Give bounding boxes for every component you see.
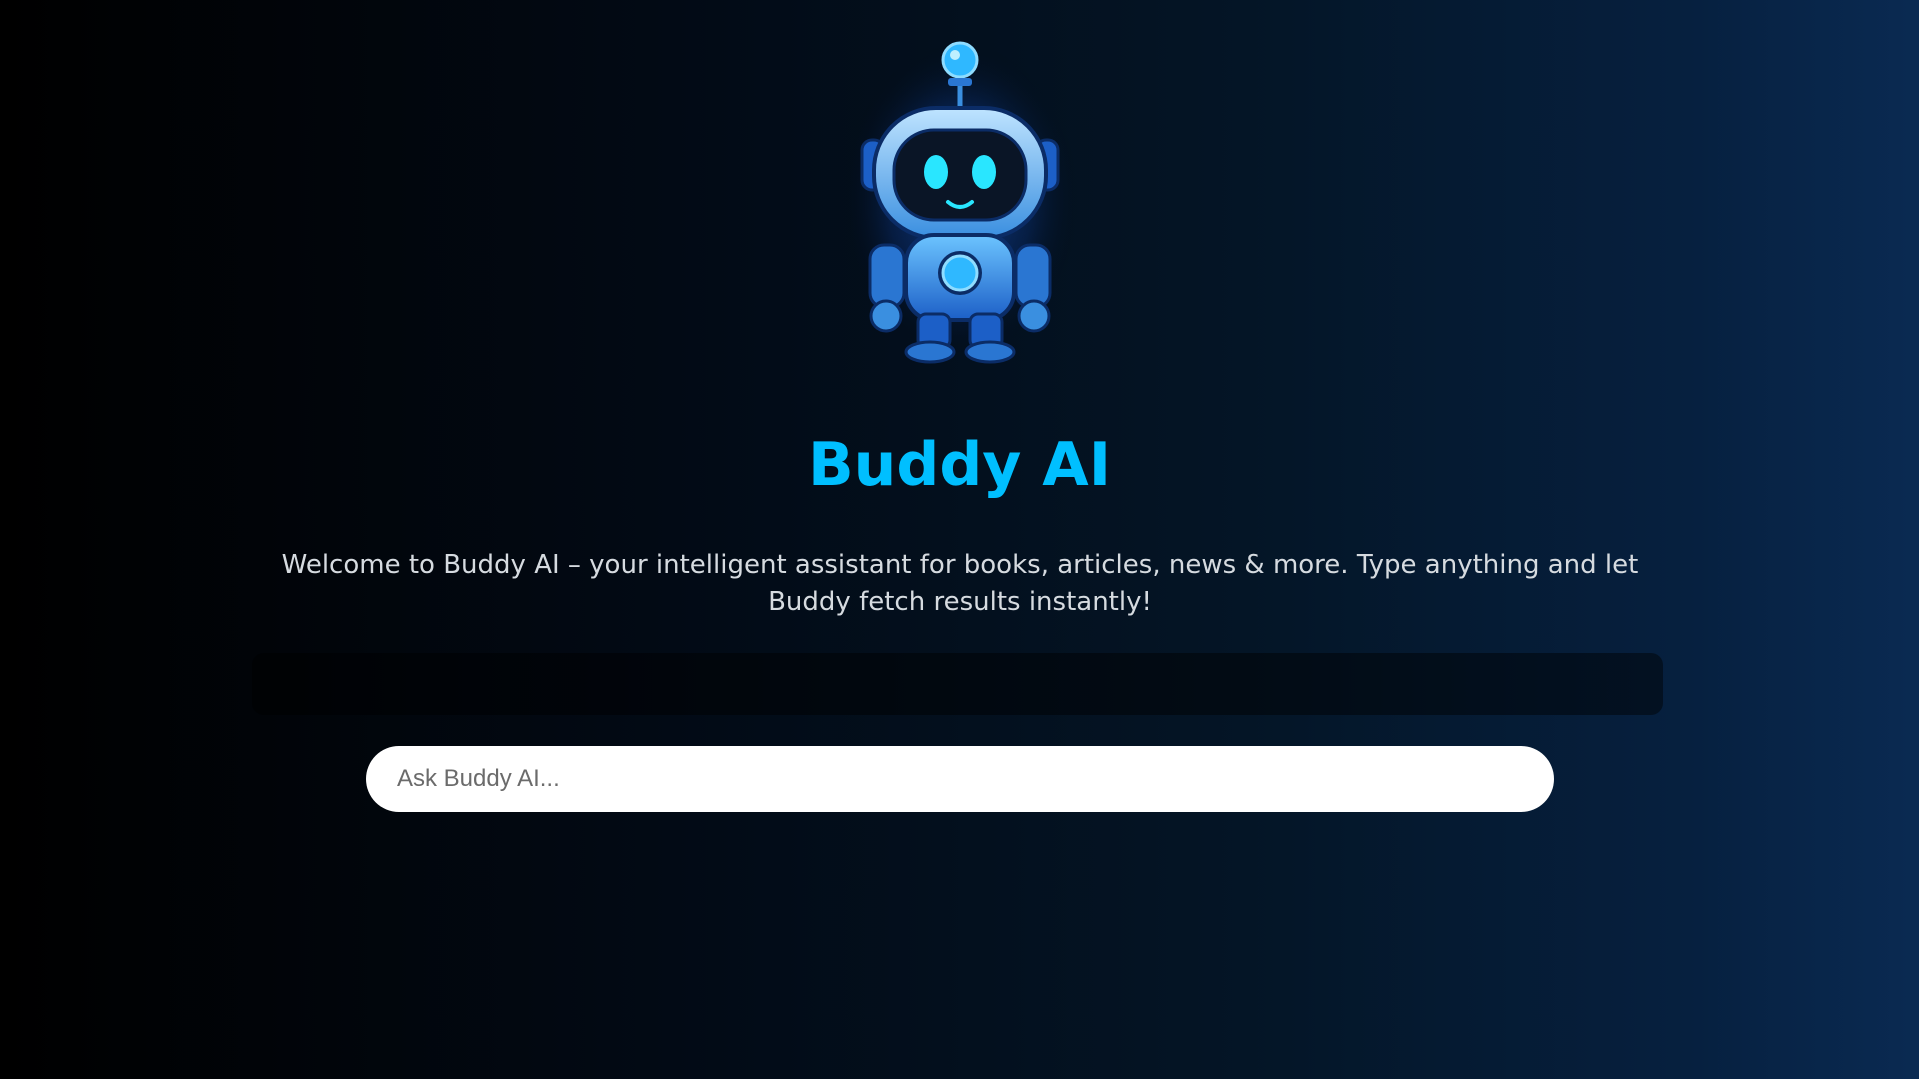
robot-mascot-icon xyxy=(830,30,1090,370)
search-input[interactable] xyxy=(366,746,1554,812)
buddy-ai-page: Buddy AI Welcome to Buddy AI – your inte… xyxy=(0,0,1919,1079)
page-title: Buddy AI xyxy=(807,430,1112,500)
welcome-text: Welcome to Buddy AI – your intelligent a… xyxy=(281,550,1639,617)
results-panel xyxy=(252,653,1663,715)
